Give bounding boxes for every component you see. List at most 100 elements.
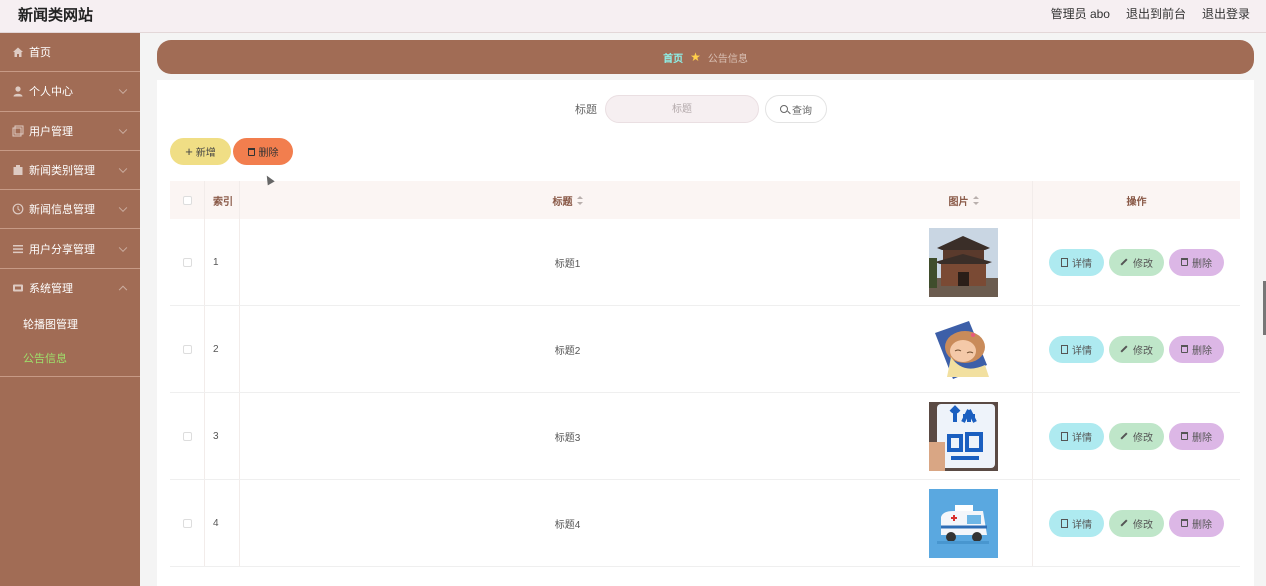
row-index: 2 — [205, 306, 240, 392]
sidebar-item-label: 个人中心 — [29, 86, 73, 99]
chevron-down-icon — [118, 164, 128, 174]
edit-label: 修改 — [1133, 345, 1153, 357]
edit-button[interactable]: 修改 — [1109, 335, 1164, 363]
search-input[interactable] — [605, 95, 759, 123]
delete-label: 删除 — [1192, 258, 1212, 270]
trash-icon — [1181, 258, 1188, 266]
sidebar-item-user-share[interactable]: 用户分享管理 — [0, 229, 140, 269]
sort-icon — [576, 195, 583, 205]
chevron-down-icon — [118, 243, 128, 252]
main-panel: 标题 查询 + 新增 删除 索引 标题 图片 操作 1 标题1 — [157, 80, 1254, 586]
breadcrumb-home[interactable]: 首页 — [663, 50, 683, 65]
batch-delete-button[interactable]: 删除 — [233, 138, 293, 165]
row-title: 标题2 — [554, 345, 581, 357]
edit-button[interactable]: 修改 — [1109, 422, 1164, 450]
header-index: 索引 — [205, 181, 240, 219]
delete-button[interactable]: 删除 — [1169, 509, 1224, 537]
row-checkbox[interactable] — [182, 518, 192, 528]
back-to-frontend-link[interactable]: 退出到前台 — [1126, 5, 1186, 22]
table-row: 2 标题2 详情 修改 删除 — [170, 306, 1240, 393]
top-bar: 新闻类网站 管理员 abo 退出到前台 退出登录 — [0, 0, 1266, 33]
sidebar-item-label: 用户管理 — [29, 125, 73, 138]
edit-icon — [1120, 258, 1128, 266]
table-header: 索引 标题 图片 操作 — [170, 181, 1240, 219]
trash-icon — [1181, 519, 1188, 527]
plus-icon: + — [185, 144, 193, 159]
detail-button[interactable]: 详情 — [1049, 509, 1104, 537]
row-checkbox[interactable] — [182, 344, 192, 354]
users-icon — [12, 125, 24, 137]
detail-label: 详情 — [1072, 519, 1092, 531]
category-icon — [13, 165, 23, 176]
logout-link[interactable]: 退出登录 — [1202, 5, 1250, 22]
notice-table: 索引 标题 图片 操作 1 标题1 详情 修改 删除 2 标题2 详情 修改 删… — [170, 181, 1240, 567]
delete-label: 删除 — [1192, 519, 1212, 531]
top-right-links: 管理员 abo 退出到前台 退出登录 — [1051, 5, 1250, 22]
sidebar-item-users[interactable]: 用户管理 — [0, 112, 140, 151]
detail-button[interactable]: 详情 — [1049, 335, 1104, 363]
news-icon — [12, 203, 24, 215]
current-user: 管理员 abo — [1050, 7, 1110, 21]
temple-photo — [929, 227, 998, 297]
table-row: 1 标题1 详情 修改 删除 — [170, 219, 1240, 306]
sidebar-subitem-carousel[interactable]: 轮播图管理 — [0, 308, 140, 342]
system-icon — [13, 284, 23, 292]
delete-label: 删除 — [1192, 432, 1212, 444]
row-index: 3 — [205, 393, 240, 479]
add-button-label: 新增 — [195, 148, 216, 159]
trash-icon — [1181, 345, 1188, 353]
sidebar-item-news-info[interactable]: 新闻信息管理 — [0, 190, 140, 230]
document-icon — [1061, 257, 1068, 267]
star-icon: ★ — [690, 50, 701, 64]
document-icon — [1061, 431, 1068, 441]
breadcrumb-current: 公告信息 — [707, 53, 748, 65]
sort-icon — [972, 195, 979, 205]
select-all-checkbox[interactable] — [182, 195, 192, 205]
personal-info-phone-photo — [929, 401, 998, 471]
search-button-label: 查询 — [792, 105, 812, 117]
edit-button[interactable]: 修改 — [1109, 509, 1164, 537]
sidebar-item-news-category[interactable]: 新闻类别管理 — [0, 151, 140, 191]
row-checkbox[interactable] — [182, 257, 192, 267]
table-row: 4 标题4 详情 修改 删除 — [170, 480, 1240, 567]
search-icon — [780, 105, 788, 113]
row-checkbox[interactable] — [182, 431, 192, 441]
sidebar-item-system[interactable]: 系统管理 — [0, 269, 140, 308]
edit-icon — [1120, 519, 1128, 527]
edit-icon — [1120, 345, 1128, 353]
sidebar-item-label: 系统管理 — [29, 283, 73, 296]
sidebar-item-profile[interactable]: 个人中心 — [0, 72, 140, 112]
document-icon — [1061, 344, 1068, 354]
delete-button[interactable]: 删除 — [1169, 248, 1224, 276]
edit-button[interactable]: 修改 — [1109, 248, 1164, 276]
header-title[interactable]: 标题 — [240, 181, 895, 219]
sidebar-item-label: 新闻信息管理 — [29, 204, 95, 217]
edit-label: 修改 — [1133, 519, 1153, 531]
row-title: 标题1 — [554, 258, 581, 270]
row-index: 1 — [205, 219, 240, 305]
detail-label: 详情 — [1072, 432, 1092, 444]
chevron-down-icon — [118, 125, 128, 134]
header-image-label: 图片 — [948, 196, 969, 208]
delete-button[interactable]: 删除 — [1169, 335, 1224, 363]
list-icon — [13, 244, 23, 253]
detail-button[interactable]: 详情 — [1049, 248, 1104, 276]
search-button[interactable]: 查询 — [765, 95, 827, 123]
sidebar-item-label: 用户分享管理 — [29, 243, 95, 256]
detail-button[interactable]: 详情 — [1049, 422, 1104, 450]
chevron-up-icon — [118, 285, 128, 295]
home-icon — [13, 47, 23, 58]
chevron-down-icon — [118, 203, 128, 213]
add-button[interactable]: + 新增 — [170, 138, 231, 165]
delete-button[interactable]: 删除 — [1169, 422, 1224, 450]
header-image[interactable]: 图片 — [895, 181, 1033, 219]
edit-label: 修改 — [1133, 258, 1153, 270]
sidebar-subitem-notice[interactable]: 公告信息 — [0, 342, 140, 376]
row-title: 标题3 — [554, 432, 581, 444]
batch-delete-label: 删除 — [258, 148, 279, 159]
site-title: 新闻类网站 — [18, 7, 94, 24]
row-title: 标题4 — [554, 519, 581, 531]
sidebar-item-home[interactable]: 首页 — [0, 33, 140, 73]
document-icon — [1061, 518, 1068, 528]
breadcrumb: 首页 ★ 公告信息 — [157, 40, 1254, 74]
